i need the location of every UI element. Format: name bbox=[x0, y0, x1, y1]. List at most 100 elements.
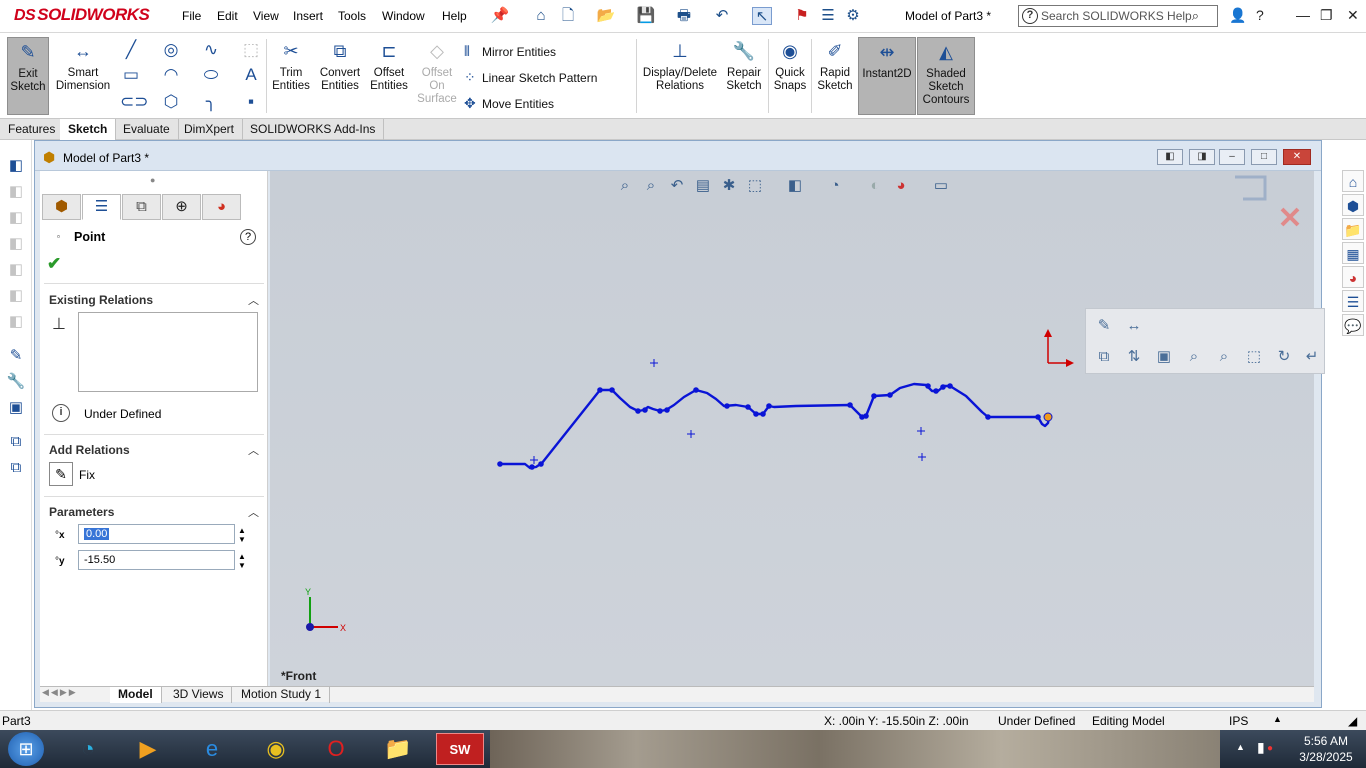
offset-on-surface-button[interactable]: ◇ Offset On Surface bbox=[414, 37, 460, 115]
menu-help[interactable]: Help bbox=[442, 9, 467, 23]
rapid-sketch-button[interactable]: ✐ Rapid Sketch bbox=[814, 37, 856, 115]
trim-entities-button[interactable]: ✂ Trim Entities bbox=[270, 37, 312, 115]
internet-explorer-icon[interactable]: e bbox=[188, 733, 236, 765]
move-entities-button[interactable]: ✥ Move Entities bbox=[464, 95, 554, 112]
arc-icon[interactable]: ◠ bbox=[160, 64, 182, 86]
section-view-icon[interactable]: ▤ bbox=[692, 176, 714, 196]
swap-icon[interactable]: ⇅ bbox=[1122, 345, 1146, 369]
configuration-manager-tab-icon[interactable]: ⧉ bbox=[122, 194, 161, 220]
display-tool-icon[interactable]: ▣ bbox=[6, 398, 26, 418]
file-properties-icon[interactable]: ☰ bbox=[818, 7, 838, 25]
pattern-feature-icon[interactable]: ◧ bbox=[6, 312, 26, 332]
options-gear-icon[interactable]: ⚙ bbox=[843, 7, 863, 25]
ellipse-icon[interactable]: ⬭ bbox=[200, 64, 222, 86]
tab-evaluate[interactable]: Evaluate bbox=[115, 119, 179, 140]
tray-expand-icon[interactable]: ▲ bbox=[1236, 742, 1245, 752]
polygon-icon[interactable]: ⬡ bbox=[160, 91, 182, 113]
mirror-entities-button[interactable]: ⫴ Mirror Entities bbox=[464, 43, 556, 60]
sketch-profile[interactable] bbox=[500, 382, 1051, 470]
zoom-to-fit-icon[interactable]: ⌕ bbox=[614, 176, 636, 196]
file-explorer-taskbar-icon[interactable]: 📁 bbox=[374, 733, 422, 765]
doc-maximize-icon[interactable]: □ bbox=[1251, 149, 1277, 165]
sketch-picture-icon[interactable]: ▣ bbox=[1152, 345, 1176, 369]
existing-relations-list[interactable] bbox=[78, 312, 258, 392]
file-explorer-icon[interactable]: 📁 bbox=[1342, 218, 1364, 240]
sketch-vertices[interactable] bbox=[497, 383, 1041, 470]
hide-show-items-icon[interactable]: ◔ bbox=[824, 176, 846, 196]
slot-icon[interactable]: ⊂⊃ bbox=[120, 91, 149, 113]
menu-insert[interactable]: Insert bbox=[293, 9, 323, 23]
display-delete-relations-button[interactable]: ⊥ Display/Delete Relations bbox=[640, 37, 720, 115]
display-manager-tab-icon[interactable]: ◕ bbox=[202, 194, 241, 220]
pm-help-icon[interactable]: ? bbox=[240, 229, 256, 245]
repair-sketch-button[interactable]: 🔧 Repair Sketch bbox=[722, 37, 766, 115]
dynamic-annotation-icon[interactable]: ✱ bbox=[718, 176, 740, 196]
x-spinner-icon[interactable]: ▲ ▼ bbox=[238, 526, 246, 544]
rebuild-icon[interactable]: ⚑ bbox=[792, 7, 812, 25]
custom-properties-icon[interactable]: ☰ bbox=[1342, 290, 1364, 312]
point-icon[interactable]: ▪ bbox=[240, 91, 262, 113]
doc-close-icon[interactable]: ✕ bbox=[1283, 149, 1311, 165]
menu-file[interactable]: File bbox=[182, 9, 201, 23]
tab-motion-study[interactable]: Motion Study 1 bbox=[233, 687, 331, 703]
edge-icon[interactable]: ◔ bbox=[64, 733, 112, 765]
help-icon[interactable]: ? bbox=[1256, 7, 1264, 23]
taskbar-clock[interactable]: 5:56 AM 3/28/2025 bbox=[1290, 733, 1362, 765]
sweep-icon[interactable]: ◧ bbox=[6, 208, 26, 228]
solidworks-logo[interactable]: DS SOLIDWORKS bbox=[14, 5, 150, 29]
offset-entities-button[interactable]: ⊏ Offset Entities bbox=[366, 37, 412, 115]
tab-dimxpert[interactable]: DimXpert bbox=[176, 119, 244, 140]
quick-snaps-button[interactable]: ◉ Quick Snaps bbox=[771, 37, 809, 115]
pin-icon[interactable]: 📌 bbox=[490, 7, 510, 25]
zoom-selection-icon[interactable]: ⌕ bbox=[1182, 345, 1206, 369]
collapse-chevron-icon[interactable]: ︿ bbox=[248, 292, 259, 308]
rectangle-icon[interactable]: ▭ bbox=[120, 64, 142, 86]
extrude-icon[interactable]: ◧ bbox=[6, 156, 26, 176]
view-palette-icon[interactable]: ▦ bbox=[1342, 242, 1364, 264]
spline-icon[interactable]: ∿ bbox=[200, 39, 222, 61]
menu-edit[interactable]: Edit bbox=[217, 9, 238, 23]
property-manager-tab-icon[interactable]: ☰ bbox=[82, 194, 121, 220]
display-style-icon[interactable]: ◧ bbox=[784, 176, 806, 196]
view-orientation-icon[interactable]: ⬚ bbox=[744, 176, 766, 196]
tile-right-icon[interactable]: ◨ bbox=[1189, 149, 1215, 165]
tab-addins[interactable]: SOLIDWORKS Add-Ins bbox=[242, 119, 385, 140]
design-library-icon[interactable]: ⬢ bbox=[1342, 194, 1364, 216]
sketch-tool-icon[interactable]: ✎ bbox=[6, 346, 26, 366]
rotate-view-icon[interactable]: ↻ bbox=[1272, 345, 1296, 369]
tile-left-icon[interactable]: ◧ bbox=[1157, 149, 1183, 165]
minimize-icon[interactable]: — bbox=[1296, 7, 1310, 23]
sketch-canvas[interactable]: Y X bbox=[270, 171, 1314, 686]
open-icon[interactable]: 📂 bbox=[596, 7, 616, 25]
ok-checkmark-icon[interactable]: ✔ bbox=[47, 254, 61, 274]
collapse-chevron-icon[interactable]: ︿ bbox=[248, 504, 259, 520]
media-player-icon[interactable]: ▶ bbox=[124, 733, 172, 765]
apply-scene-icon[interactable]: ◕ bbox=[890, 176, 912, 196]
opera-icon[interactable]: O bbox=[312, 733, 360, 765]
tab-features[interactable]: Features bbox=[0, 119, 65, 140]
paste-icon[interactable]: ⧉ bbox=[6, 458, 26, 478]
line-icon[interactable]: ╱ bbox=[120, 39, 142, 61]
chrome-icon[interactable]: ◉ bbox=[252, 733, 300, 765]
select-icon[interactable]: ↖ bbox=[752, 7, 772, 25]
tab-scroll-arrows-icon[interactable]: ◀◀▶▶ bbox=[42, 687, 78, 698]
close-icon[interactable]: ✕ bbox=[1347, 7, 1359, 24]
solidworks-resources-icon[interactable]: ⌂ bbox=[1342, 170, 1364, 192]
copy-icon[interactable]: ⧉ bbox=[6, 432, 26, 452]
forum-icon[interactable]: 💬 bbox=[1342, 314, 1364, 336]
menu-window[interactable]: Window bbox=[382, 9, 425, 23]
smart-dimension-button[interactable]: ↔ Smart Dimension bbox=[53, 37, 113, 115]
dimxpert-manager-tab-icon[interactable]: ⊕ bbox=[162, 194, 201, 220]
zoom-to-area-icon[interactable]: ⌕ bbox=[640, 176, 662, 196]
exit-sketch-mini-icon[interactable]: ↵ bbox=[1300, 345, 1324, 369]
collapse-chevron-icon[interactable]: ︿ bbox=[248, 442, 259, 458]
plane-icon[interactable]: ⬚ bbox=[240, 39, 262, 61]
previous-view-icon[interactable]: ↶ bbox=[666, 176, 688, 196]
cut-icon[interactable]: ◧ bbox=[6, 260, 26, 280]
print-icon[interactable]: 🖶 bbox=[674, 7, 694, 25]
tab-3d-views[interactable]: 3D Views bbox=[165, 687, 233, 703]
tab-sketch[interactable]: Sketch bbox=[60, 119, 117, 140]
y-spinner-icon[interactable]: ▲ ▼ bbox=[238, 552, 246, 570]
solidworks-taskbar-icon[interactable]: SW bbox=[436, 733, 484, 765]
fix-relation-label[interactable]: Fix bbox=[79, 468, 95, 482]
